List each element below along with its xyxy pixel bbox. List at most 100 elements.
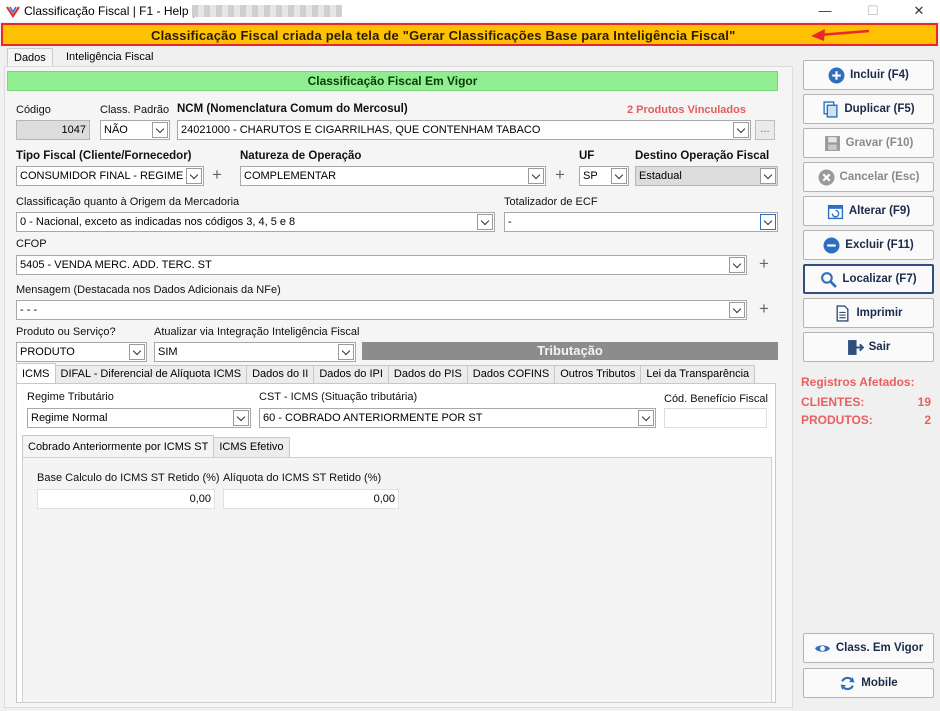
app-logo-icon (6, 6, 20, 18)
cst-label: CST - ICMS (Situação tributária) (259, 391, 418, 403)
ncm-select[interactable]: 24021000 - CHARUTOS E CIGARRILHAS, QUE C… (177, 120, 751, 140)
regime-label: Regime Tributário (27, 391, 114, 403)
tab-dados-ii[interactable]: Dados do II (246, 365, 315, 383)
destino-select[interactable]: Estadual (635, 166, 778, 186)
add-tipo-fiscal-button[interactable]: + (207, 166, 227, 186)
window-title: Classificação Fiscal | F1 - Help | (24, 4, 195, 18)
base-calculo-input[interactable]: 0,00 (37, 489, 215, 509)
close-button[interactable]: ✕ (896, 0, 940, 22)
tab-icms-efetivo[interactable]: ICMS Efetivo (213, 437, 290, 457)
class-padrao-label: Class. Padrão (100, 104, 170, 116)
exit-icon (847, 339, 864, 355)
class-em-vigor-button[interactable]: Class. Em Vigor (803, 633, 934, 663)
alterar-button[interactable]: Alterar (F9) (803, 196, 934, 226)
localizar-button[interactable]: Localizar (F7) (803, 264, 934, 294)
mensagem-select[interactable]: - - - (16, 300, 747, 320)
beneficio-input[interactable] (664, 408, 767, 428)
cfop-select[interactable]: 5405 - VENDA MERC. ADD. TERC. ST (16, 255, 747, 275)
banner-text: Classificação Fiscal criada pela tela de… (151, 28, 736, 43)
tab-inteligencia-fiscal[interactable]: Inteligência Fiscal (60, 48, 159, 66)
linked-products-text: 2 Produtos Vinculados (627, 104, 746, 116)
chevron-down-icon[interactable] (528, 168, 544, 184)
regime-select[interactable]: Regime Normal (27, 408, 251, 428)
produto-servico-label: Produto ou Serviço? (16, 326, 116, 338)
clientes-count: 19 (917, 395, 931, 409)
tab-lei-transparencia[interactable]: Lei da Transparência (640, 365, 756, 383)
sair-button[interactable]: Sair (803, 332, 934, 362)
class-padrao-select[interactable]: NÃO (100, 120, 170, 140)
cancelar-button[interactable]: Cancelar (Esc) (803, 162, 934, 192)
chevron-down-icon[interactable] (760, 214, 776, 230)
gravar-button[interactable]: Gravar (F10) (803, 128, 934, 158)
tipo-fiscal-label: Tipo Fiscal (Cliente/Fornecedor) (16, 150, 192, 162)
totalizador-label: Totalizador de ECF (504, 196, 598, 208)
tab-difal[interactable]: DIFAL - Diferencial de Alíquota ICMS (54, 365, 248, 383)
registros-title: Registros Afetados: (801, 375, 915, 389)
cancel-icon (818, 169, 835, 185)
maximize-button[interactable]: ☐ (850, 0, 896, 22)
incluir-button[interactable]: Incluir (F4) (803, 60, 934, 90)
document-icon (836, 304, 849, 322)
minus-circle-icon (823, 237, 840, 253)
chevron-down-icon[interactable] (611, 168, 627, 184)
chevron-down-icon[interactable] (760, 168, 776, 184)
tipo-fiscal-select[interactable]: CONSUMIDOR FINAL - REGIME N (16, 166, 204, 186)
duplicar-button[interactable]: Duplicar (F5) (803, 94, 934, 124)
excluir-button[interactable]: Excluir (F11) (803, 230, 934, 260)
plus-circle-icon (828, 67, 845, 83)
tab-dados-pis[interactable]: Dados do PIS (387, 365, 468, 383)
natureza-label: Natureza de Operação (240, 150, 362, 162)
mobile-button[interactable]: Mobile (803, 668, 934, 698)
tributacao-tabs: ICMS DIFAL - Diferencial de Alíquota ICM… (16, 363, 756, 383)
codigo-label: Código (16, 104, 51, 116)
chevron-down-icon[interactable] (338, 344, 354, 360)
chevron-down-icon[interactable] (152, 122, 168, 138)
add-natureza-button[interactable]: + (550, 166, 570, 186)
arrow-left-icon (811, 29, 870, 41)
chevron-down-icon[interactable] (638, 410, 654, 426)
tab-dados-ipi[interactable]: Dados do IPI (313, 365, 389, 383)
add-cfop-button[interactable]: + (754, 255, 774, 275)
destino-label: Destino Operação Fiscal (635, 150, 770, 162)
cst-select[interactable]: 60 - COBRADO ANTERIORMENTE POR ST (259, 408, 656, 428)
minimize-button[interactable]: — (802, 0, 848, 22)
ncm-label: NCM (Nomenclatura Comum do Mercosul) (177, 103, 408, 115)
chevron-down-icon[interactable] (129, 344, 145, 360)
save-icon (824, 135, 840, 151)
tab-icms[interactable]: ICMS (16, 363, 56, 383)
redacted-text (192, 5, 342, 17)
refresh-icon (840, 676, 855, 690)
codigo-field: 1047 (16, 120, 90, 140)
tributacao-header: Tributação (362, 342, 778, 360)
tab-cobrado-anteriormente[interactable]: Cobrado Anteriormente por ICMS ST (22, 435, 215, 457)
tab-dados-cofins[interactable]: Dados COFINS (466, 365, 556, 383)
add-mensagem-button[interactable]: + (754, 300, 774, 320)
clientes-label: CLIENTES: (801, 395, 865, 409)
uf-select[interactable]: SP (579, 166, 629, 186)
search-icon (821, 271, 838, 288)
produtos-count: 2 (924, 413, 931, 427)
aliquota-input[interactable]: 0,00 (223, 489, 399, 509)
produtos-label: PRODUTOS: (801, 413, 873, 427)
uf-label: UF (579, 150, 595, 162)
imprimir-button[interactable]: Imprimir (803, 298, 934, 328)
produto-servico-select[interactable]: PRODUTO (16, 342, 147, 362)
chevron-down-icon[interactable] (186, 168, 202, 184)
totalizador-select[interactable]: - (504, 212, 778, 232)
origem-select[interactable]: 0 - Nacional, exceto as indicadas nos có… (16, 212, 495, 232)
edit-calendar-icon (827, 204, 843, 219)
natureza-select[interactable]: COMPLEMENTAR (240, 166, 546, 186)
tab-outros-tributos[interactable]: Outros Tributos (554, 365, 642, 383)
chevron-down-icon[interactable] (729, 302, 745, 318)
cfop-label: CFOP (16, 238, 47, 250)
chevron-down-icon[interactable] (477, 214, 493, 230)
atualizar-select[interactable]: SIM (154, 342, 356, 362)
origem-label: Classificação quanto à Origem da Mercado… (16, 196, 240, 208)
chevron-down-icon[interactable] (233, 410, 249, 426)
tab-dados[interactable]: Dados (7, 48, 53, 66)
base-calculo-label: Base Calculo do ICMS ST Retido (%) (37, 472, 220, 484)
icms-inner-tabs: Cobrado Anteriormente por ICMS ST ICMS E… (22, 435, 290, 457)
chevron-down-icon[interactable] (733, 122, 749, 138)
chevron-down-icon[interactable] (729, 257, 745, 273)
ncm-search-button[interactable]: ... (755, 120, 775, 140)
